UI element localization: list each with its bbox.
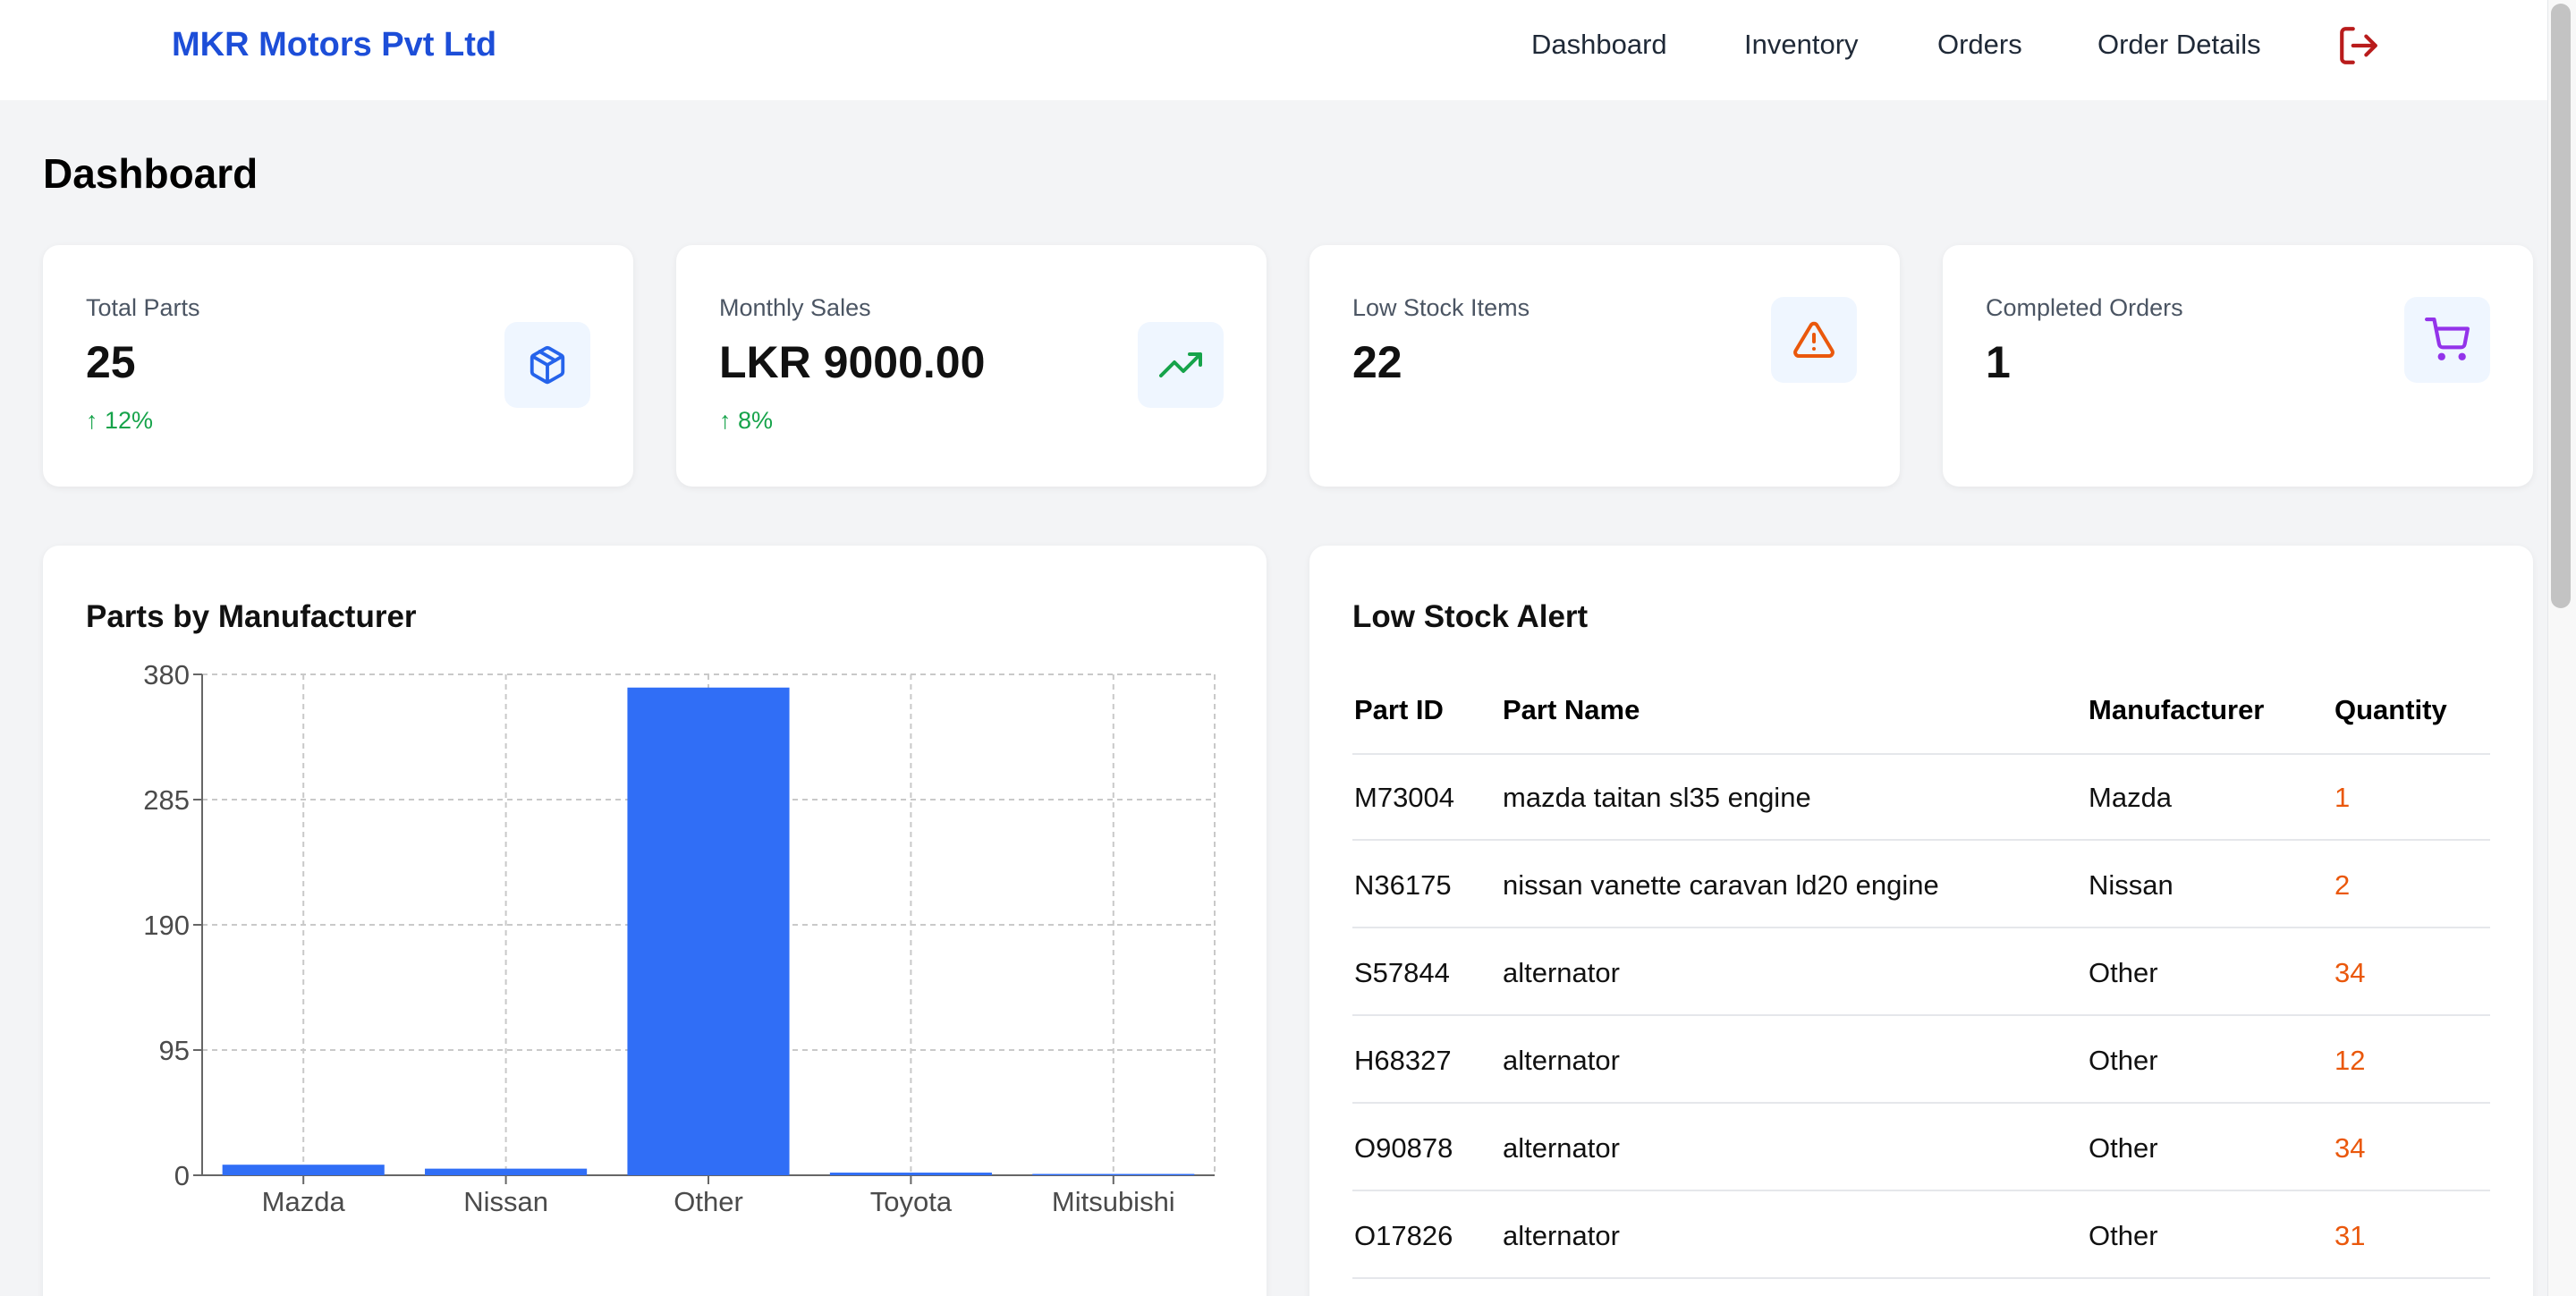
quantity-cell: 12 [2334,1045,2366,1076]
y-tick-label: 380 [143,659,190,690]
stat-value: 22 [1352,337,1402,387]
stat-trend: ↑ 8% [719,407,774,434]
nav-dashboard[interactable]: Dashboard [1531,21,1667,68]
x-tick-label: Toyota [870,1186,953,1217]
part-name-cell: alternator [1503,957,1620,988]
part-name-cell: alternator [1503,1220,1620,1251]
bar [1032,1173,1195,1175]
trending-up-icon [1159,352,1202,377]
stat-label: Low Stock Items [1352,294,1530,321]
shopping-cart-icon [2425,318,2470,360]
low-stock-panel: Low Stock Alert Part ID Part Name Manufa… [1309,546,2533,1296]
scrollbar-thumb[interactable] [2551,4,2571,608]
part-name-cell: alternator [1503,1045,1620,1076]
stat-value: 25 [86,337,136,387]
manufacturer-cell: Other [2089,1045,2158,1076]
table-row-divider [1352,927,2490,928]
stat-icon-box [2404,297,2490,383]
package-icon [530,345,565,385]
part-id-cell: O17826 [1354,1220,1453,1251]
quantity-cell: 34 [2334,957,2366,988]
y-tick-label: 0 [174,1160,190,1191]
part-name-cell: nissan vanette caravan ld20 engine [1503,869,1939,901]
manufacturer-cell: Mazda [2089,782,2173,813]
alert-triangle-icon [1793,321,1835,358]
table-row-divider [1352,1102,2490,1104]
part-id-cell: M73004 [1354,782,1455,813]
bar [425,1168,588,1175]
quantity-cell: 2 [2334,869,2351,901]
x-tick-label: Mazda [262,1186,346,1217]
x-tick-label: Nissan [463,1186,548,1217]
quantity-cell: 34 [2334,1132,2366,1164]
bar [829,1173,992,1175]
column-header-part-name[interactable]: Part Name [1503,690,1640,730]
y-tick-label: 190 [143,910,190,941]
stat-icon-box [1138,322,1224,408]
table-row-divider [1352,1190,2490,1191]
stat-label: Completed Orders [1986,294,2183,321]
nav-inventory[interactable]: Inventory [1744,21,1859,68]
chart-panel: Parts by Manufacturer 0 95 190 285 380 Mazda N… [43,546,1267,1296]
stat-trend: ↑ 12% [86,407,154,434]
x-tick-label: Mitsubishi [1052,1186,1175,1217]
stat-card-low-stock: Low Stock Items 22 [1309,245,1900,487]
stat-value: 1 [1986,337,2011,387]
page-title: Dashboard [43,150,258,197]
stat-card-total-parts: Total Parts 25 ↑ 12% [43,245,633,487]
table-row-divider [1352,1277,2490,1279]
bar [222,1165,385,1175]
part-id-cell: S57844 [1354,957,1450,988]
part-id-cell: N36175 [1354,869,1452,901]
table-row-divider [1352,1014,2490,1016]
manufacturer-cell: Nissan [2089,869,2174,901]
y-tick-label: 285 [143,784,190,816]
parts-by-manufacturer-chart: 0 95 190 285 380 Mazda Nissan Other Toyota Mitsub… [143,659,1216,1217]
quantity-cell: 31 [2334,1220,2366,1251]
stat-icon-box [504,322,590,408]
x-tick-label: Other [674,1186,743,1217]
quantity-cell: 1 [2334,782,2351,813]
stat-label: Total Parts [86,294,200,321]
column-header-quantity[interactable]: Quantity [2334,690,2447,730]
logout-button[interactable] [2336,23,2381,68]
nav-order-details[interactable]: Order Details [2097,21,2261,68]
table-divider [1352,753,2490,755]
y-tick-label: 95 [159,1035,190,1066]
bar [627,687,790,1175]
brand-logo[interactable]: MKR Motors Pvt Ltd [172,21,496,68]
stat-card-completed-orders: Completed Orders 1 [1943,245,2533,487]
stat-icon-box [1771,297,1857,383]
manufacturer-cell: Other [2089,957,2158,988]
stat-value: LKR 9000.00 [719,337,986,387]
stat-label: Monthly Sales [719,294,871,321]
top-navbar: MKR Motors Pvt Ltd Dashboard Inventory O… [0,0,2547,100]
part-id-cell: O90878 [1354,1132,1453,1164]
low-stock-title: Low Stock Alert [1352,599,1589,634]
table-row-divider [1352,839,2490,841]
logout-icon [2340,27,2377,64]
column-header-part-id[interactable]: Part ID [1354,690,1444,730]
stat-card-monthly-sales: Monthly Sales LKR 9000.00 ↑ 8% [676,245,1267,487]
column-header-manufacturer[interactable]: Manufacturer [2089,690,2264,730]
manufacturer-cell: Other [2089,1132,2158,1164]
part-name-cell: mazda taitan sl35 engine [1503,782,1811,813]
nav-orders[interactable]: Orders [1937,21,2022,68]
part-id-cell: H68327 [1354,1045,1452,1076]
part-name-cell: alternator [1503,1132,1620,1164]
manufacturer-cell: Other [2089,1220,2158,1251]
